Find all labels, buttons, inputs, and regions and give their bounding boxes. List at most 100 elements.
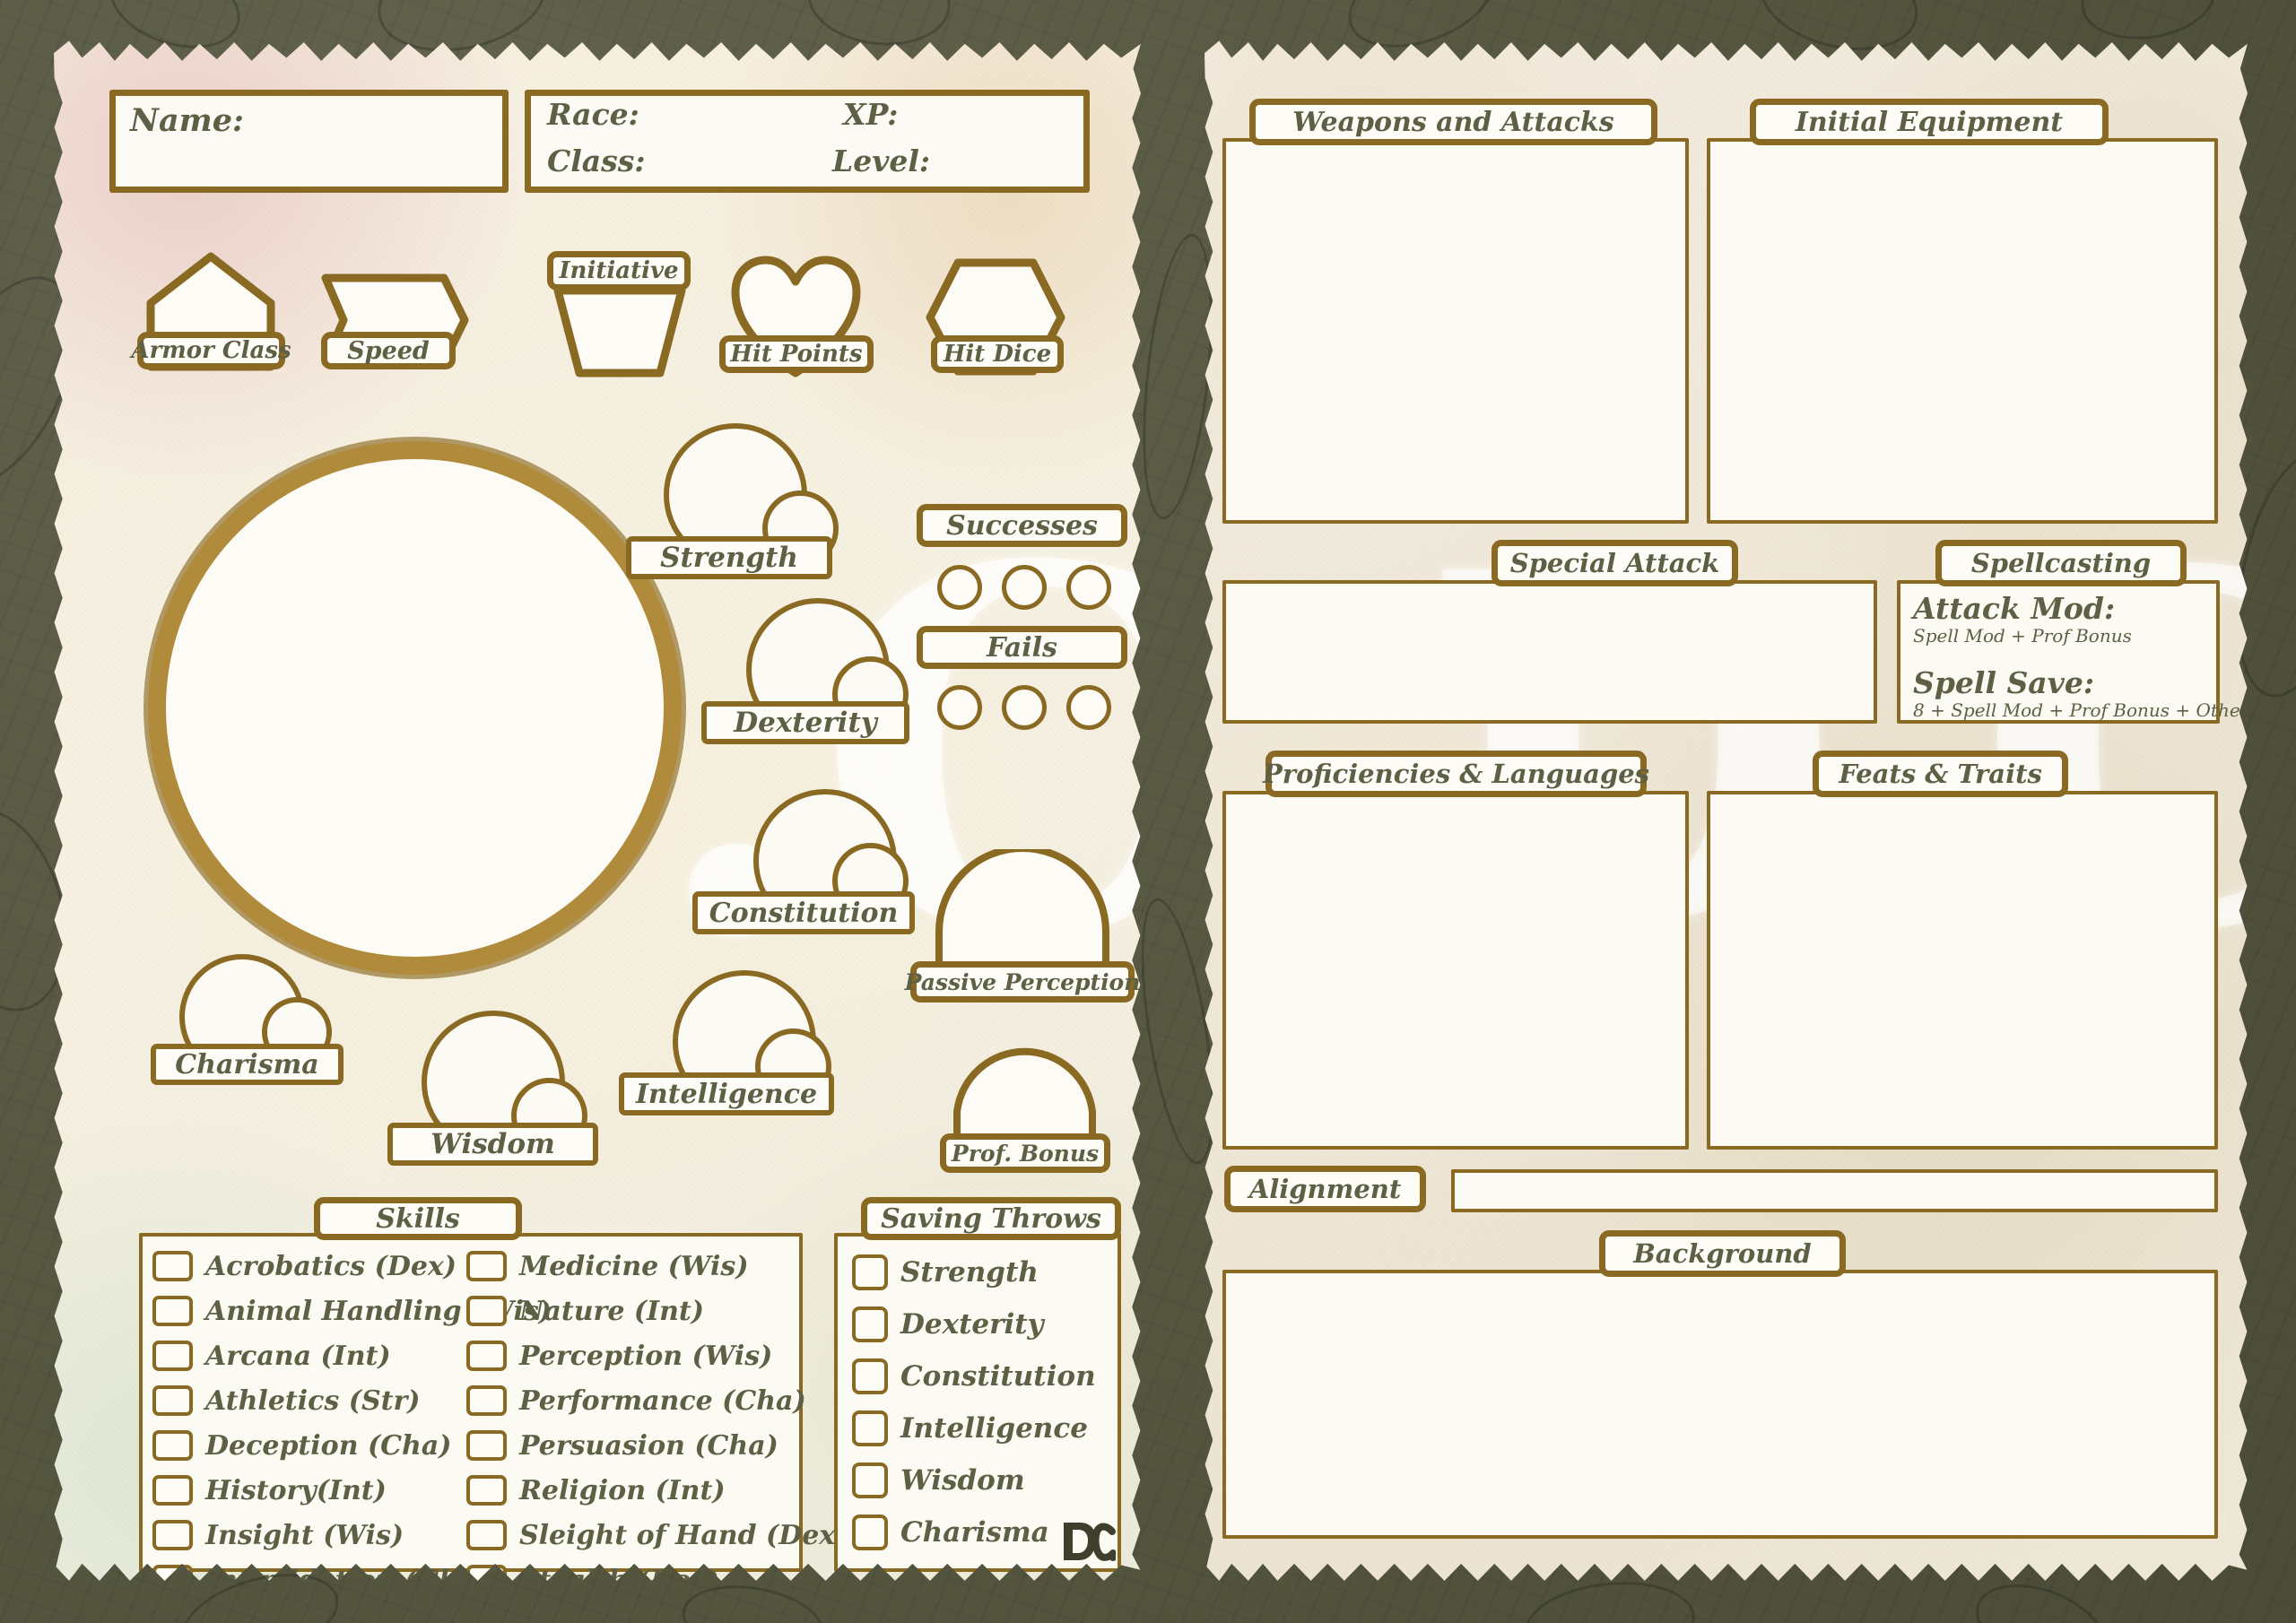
fail-pip[interactable] — [1066, 685, 1111, 730]
saving-throws-list: Strength Dexterity Constitution Intellig… — [852, 1246, 1112, 1558]
skill-label: Religion (Int) — [519, 1474, 726, 1506]
skill-checkbox[interactable] — [466, 1430, 507, 1461]
skill-checkbox[interactable] — [152, 1296, 193, 1326]
dexterity-label-plate: Dexterity — [701, 701, 909, 744]
desk-background: D.C. Name: Race: XP: Class: Level: Armor… — [0, 0, 2296, 1623]
initiative-label-plate: Initiative — [547, 251, 691, 291]
saving-throw-checkbox[interactable] — [852, 1462, 888, 1498]
saving-throw-checkbox[interactable] — [852, 1515, 888, 1550]
passive-perception-label-plate: Passive Perception — [905, 961, 1140, 1002]
initiative-label: Initiative — [559, 257, 679, 284]
skill-label: Acrobatics (Dex) — [205, 1250, 457, 1282]
skill-item[interactable]: Intimidation (Cha) — [152, 1558, 489, 1581]
background-panel[interactable] — [1222, 1270, 2218, 1539]
skill-label: Deception (Cha) — [205, 1429, 452, 1462]
constitution-label-plate: Constitution — [692, 891, 915, 934]
prof-bonus-label-plate: Prof. Bonus — [940, 1133, 1110, 1173]
proficiencies-panel[interactable] — [1222, 791, 1689, 1150]
skill-item[interactable]: History(Int) — [152, 1468, 466, 1513]
xp-label: XP: — [843, 97, 899, 132]
fail-pip[interactable] — [937, 685, 982, 730]
success-pip[interactable] — [1002, 565, 1047, 610]
special-attack-title: Special Attack — [1509, 548, 1720, 578]
success-pip[interactable] — [937, 565, 982, 610]
hit-dice-label: Hit Dice — [943, 341, 1052, 368]
speed-label-plate: Speed — [321, 332, 456, 369]
skill-item[interactable]: Deception (Cha) — [152, 1423, 466, 1468]
skill-checkbox[interactable] — [466, 1296, 507, 1326]
skill-item[interactable]: Insight (Wis) — [152, 1513, 466, 1558]
skill-checkbox[interactable] — [152, 1565, 193, 1581]
skill-item[interactable]: Religion (Int) — [466, 1468, 798, 1513]
weapons-and-attacks-title-plate: Weapons and Attacks — [1249, 99, 1657, 145]
success-pip[interactable] — [1066, 565, 1111, 610]
saving-throw-item[interactable]: Dexterity — [852, 1298, 1112, 1350]
skill-item[interactable]: Medicine (Wis) — [466, 1244, 798, 1289]
fails-title-plate: Fails — [917, 626, 1127, 669]
saving-throw-checkbox[interactable] — [852, 1358, 888, 1394]
proficiencies-title: Proficiencies & Languages — [1262, 759, 1650, 789]
background-title-plate: Background — [1599, 1230, 1846, 1277]
skill-item[interactable]: Persuasion (Cha) — [466, 1423, 798, 1468]
skill-item[interactable]: Sleight of Hand (Dex) — [466, 1513, 848, 1558]
fail-pip[interactable] — [1002, 685, 1047, 730]
skill-label: Insight (Wis) — [205, 1519, 404, 1551]
feats-and-traits-title: Feats & Traits — [1839, 759, 2042, 789]
desk-doodle — [1520, 1574, 1700, 1623]
saving-throws-title: Saving Throws — [881, 1202, 1101, 1235]
spellcasting-title: Spellcasting — [1970, 548, 2152, 578]
skill-item[interactable]: Acrobatics (Dex) — [152, 1244, 466, 1289]
skill-item[interactable]: Nature (Int) — [466, 1289, 798, 1333]
skill-item[interactable]: Perception (Wis) — [466, 1333, 798, 1378]
skill-checkbox[interactable] — [152, 1341, 193, 1371]
speed-label: Speed — [347, 336, 430, 365]
saving-throw-item[interactable]: Intelligence — [852, 1402, 1112, 1454]
skill-item[interactable]: Arcana (Int) — [152, 1333, 466, 1378]
spell-save-formula: 8 + Spell Mod + Prof Bonus + Other Bonus — [1913, 699, 2248, 721]
alignment-panel[interactable] — [1451, 1169, 2218, 1212]
skill-checkbox[interactable] — [152, 1385, 193, 1416]
initial-equipment-panel[interactable] — [1707, 138, 2218, 524]
saving-throw-item[interactable]: Constitution — [852, 1350, 1112, 1402]
skill-checkbox[interactable] — [466, 1385, 507, 1416]
skill-checkbox[interactable] — [466, 1341, 507, 1371]
skill-checkbox[interactable] — [152, 1520, 193, 1550]
hit-dice-label-plate: Hit Dice — [931, 335, 1064, 373]
strength-label-plate: Strength — [626, 536, 832, 579]
skill-label: History(Int) — [205, 1474, 387, 1506]
skill-label: Nature (Int) — [519, 1295, 704, 1327]
feats-and-traits-panel[interactable] — [1707, 791, 2218, 1150]
portrait-circle[interactable] — [148, 441, 682, 975]
skill-checkbox[interactable] — [152, 1430, 193, 1461]
initiative-shape[interactable] — [552, 285, 687, 379]
skill-item[interactable]: Stealth (Dex) — [466, 1558, 798, 1581]
saving-throw-item[interactable]: Strength — [852, 1246, 1112, 1298]
saving-throw-label: Constitution — [900, 1360, 1096, 1393]
skill-item[interactable]: Animal Handling (Wis) — [152, 1289, 552, 1333]
skill-item[interactable]: Athletics (Str) — [152, 1378, 466, 1423]
skill-item[interactable]: Performance (Cha) — [466, 1378, 806, 1423]
background-title: Background — [1633, 1238, 1812, 1269]
skill-checkbox[interactable] — [152, 1475, 193, 1506]
weapons-and-attacks-panel[interactable] — [1222, 138, 1689, 524]
passive-perception-shape[interactable] — [933, 849, 1112, 976]
skill-checkbox[interactable] — [466, 1475, 507, 1506]
desk-doodle — [676, 1575, 831, 1623]
saving-throw-checkbox[interactable] — [852, 1306, 888, 1342]
skill-checkbox[interactable] — [466, 1251, 507, 1281]
race-label: Race: — [547, 97, 639, 132]
constitution-label: Constitution — [709, 897, 899, 929]
saving-throw-label: Dexterity — [900, 1308, 1044, 1341]
intelligence-label-plate: Intelligence — [619, 1072, 834, 1115]
saving-throw-checkbox[interactable] — [852, 1410, 888, 1446]
saving-throw-checkbox[interactable] — [852, 1254, 888, 1290]
skill-checkbox[interactable] — [466, 1520, 507, 1550]
dc-logo-icon — [1064, 1523, 1116, 1561]
hit-points-label-plate: Hit Points — [719, 335, 874, 373]
saving-throw-item[interactable]: Wisdom — [852, 1454, 1112, 1506]
armor-class-label-plate: Armor Class — [131, 332, 291, 369]
skill-checkbox[interactable] — [466, 1565, 507, 1581]
special-attack-panel[interactable] — [1222, 580, 1877, 724]
skill-checkbox[interactable] — [152, 1251, 193, 1281]
skill-label: Athletics (Str) — [205, 1384, 421, 1417]
